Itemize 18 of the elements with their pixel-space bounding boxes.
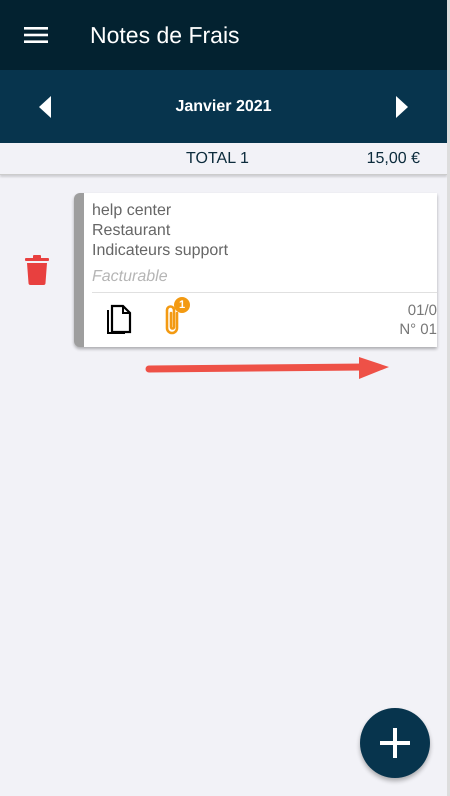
expense-date: 01/0 xyxy=(408,301,437,320)
total-label: TOTAL 1 xyxy=(186,150,249,168)
client-name: help center xyxy=(92,201,172,220)
app-title: Notes de Frais xyxy=(90,22,240,48)
plus-icon xyxy=(379,727,411,759)
next-icon[interactable] xyxy=(394,94,409,118)
expense-category: Restaurant xyxy=(92,221,170,240)
month-label: Janvier 2021 xyxy=(175,98,272,116)
expense-number: N° 01 xyxy=(399,320,437,339)
menu-icon[interactable] xyxy=(24,26,48,44)
billing-status: Facturable xyxy=(92,267,168,286)
add-button[interactable] xyxy=(360,708,430,778)
total-amount: 15,00 € xyxy=(366,150,420,168)
previous-icon[interactable] xyxy=(38,94,52,118)
attachment-count: 1 xyxy=(174,297,190,313)
expense-description: Indicateurs support xyxy=(92,241,228,260)
expense-card[interactable]: help center Restaurant Indicateurs support Facturable 1 01/0 N° 01 xyxy=(74,193,437,347)
documents-icon[interactable] xyxy=(106,304,132,336)
